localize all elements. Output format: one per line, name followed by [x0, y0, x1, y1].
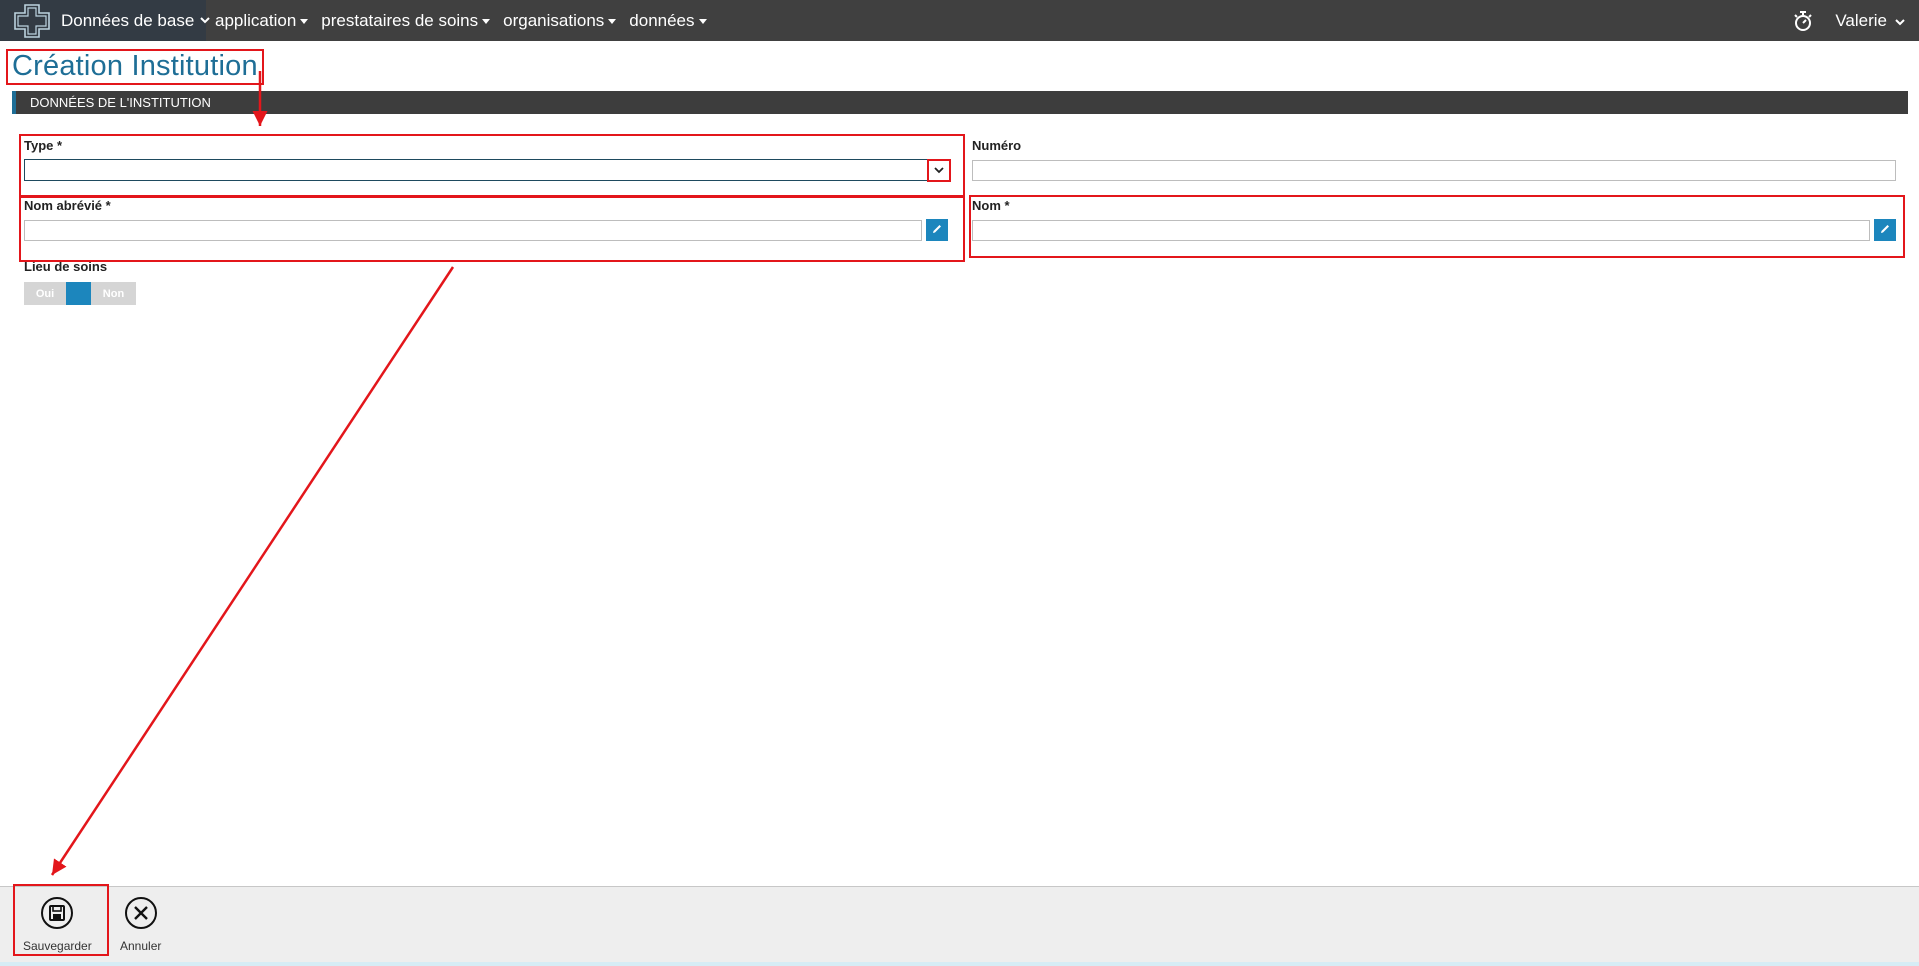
nom-abrege-edit-button[interactable] [926, 219, 948, 241]
lieu-de-soins-label: Lieu de soins [24, 259, 108, 274]
toggle-option-yes[interactable]: Oui [24, 282, 66, 305]
nav-organisations[interactable]: organisations [503, 10, 617, 31]
nav-application[interactable]: application [215, 10, 309, 31]
chevron-down-icon [200, 17, 210, 24]
caret-down-icon [482, 19, 491, 24]
numero-label: Numéro [972, 138, 1022, 153]
nom-abrege-input[interactable] [24, 220, 922, 241]
type-label: Type * [24, 138, 63, 153]
action-footer: Sauvegarder Annuler [0, 886, 1919, 966]
pencil-icon [931, 223, 943, 238]
caret-down-icon [608, 19, 617, 24]
nom-label: Nom * [972, 198, 1010, 213]
nom-abrege-label: Nom abrévié * [24, 198, 111, 213]
annotation-arrows [50, 71, 455, 876]
page-title: Création Institution [12, 50, 258, 82]
user-menu[interactable]: Valerie [1835, 11, 1905, 31]
caret-down-icon [300, 19, 309, 24]
nav-label: application [215, 10, 297, 30]
pencil-icon [1879, 223, 1891, 238]
nav-donnees[interactable]: données [629, 10, 707, 31]
brand-label: Données de base [61, 10, 195, 30]
chevron-down-icon [1895, 11, 1905, 31]
cancel-label: Annuler [120, 939, 162, 953]
footer-accent-line [0, 962, 1919, 966]
user-name: Valerie [1835, 10, 1887, 30]
toggle-option-no[interactable]: Non [91, 282, 136, 305]
top-navbar: Données de base application prestataires… [0, 0, 1919, 41]
save-label: Sauvegarder [23, 939, 92, 953]
nav-label: prestataires de soins [321, 10, 479, 30]
nav-label: organisations [503, 10, 605, 30]
nav-label: données [629, 10, 695, 30]
annotation-arrow-to-save [50, 266, 455, 876]
section-header: DONNÉES DE L'INSTITUTION [12, 91, 1908, 114]
save-button[interactable]: Sauvegarder [23, 896, 92, 953]
stopwatch-icon[interactable] [1793, 10, 1813, 32]
nom-edit-button[interactable] [1874, 219, 1896, 241]
caret-down-icon [698, 19, 707, 24]
cancel-button[interactable]: Annuler [120, 896, 161, 953]
nom-input[interactable] [972, 220, 1870, 241]
topbar-right: Valerie [1793, 10, 1919, 32]
medical-cross-logo-icon [14, 3, 50, 38]
floppy-disk-icon [40, 896, 74, 935]
chevron-down-icon[interactable] [930, 161, 948, 179]
numero-input[interactable] [972, 160, 1896, 181]
close-circle-icon [124, 896, 158, 935]
nav-prestataires[interactable]: prestataires de soins [321, 10, 491, 31]
type-select[interactable] [24, 159, 950, 181]
toggle-knob [66, 282, 91, 305]
brand-menu[interactable]: Données de base [0, 0, 210, 41]
lieu-de-soins-toggle[interactable]: Oui Non [24, 282, 136, 305]
